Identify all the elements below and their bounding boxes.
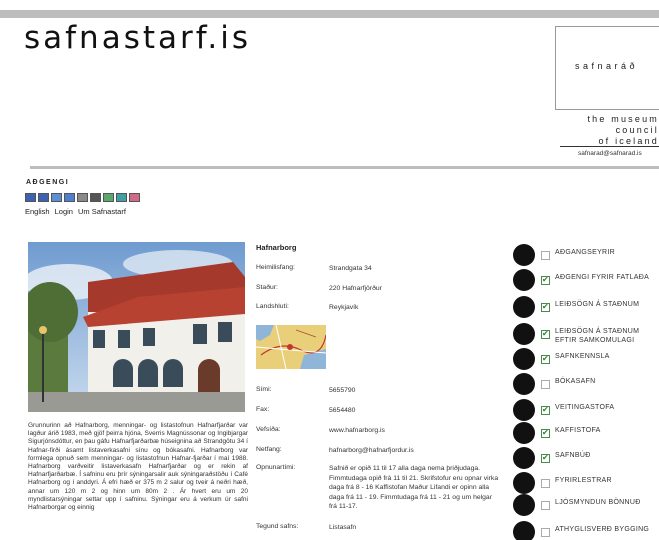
contrast-pink-button[interactable] bbox=[129, 193, 140, 202]
facility-label: KAFFISTOFA bbox=[555, 427, 601, 434]
info-label: Sími: bbox=[256, 386, 272, 393]
accessibility-buttons bbox=[25, 193, 140, 202]
text-size-a1-button[interactable] bbox=[25, 193, 36, 202]
facility-label: BÓKASAFN bbox=[555, 378, 596, 385]
facility-label: LEIÐSÖGN Á STAÐNUM EFTIR SAMKOMULAGI bbox=[555, 328, 640, 344]
site-logo[interactable]: safnastarf.is bbox=[24, 20, 251, 56]
building-icon bbox=[513, 521, 535, 540]
info-label: Heimilisfang: bbox=[256, 264, 295, 271]
info-value: Safnið er opið 11 til 17 alla daga nema … bbox=[329, 465, 499, 510]
about-link[interactable]: Um Safnastarf bbox=[78, 207, 126, 216]
facility-item: BÓKASAFN bbox=[510, 373, 659, 397]
library-icon bbox=[513, 373, 535, 395]
no-photo-icon bbox=[513, 494, 535, 516]
facility-label: AÐGENGI FYRIR FATLAÐA bbox=[555, 274, 650, 281]
council-line: council bbox=[615, 125, 659, 135]
contrast-gray-button[interactable] bbox=[77, 193, 88, 202]
info-label: Tegund safns: bbox=[256, 523, 299, 530]
facility-label: FYRIRLESTRAR bbox=[555, 477, 612, 484]
museum-photo bbox=[28, 242, 245, 412]
facility-label: AÐGANGSEYRIR bbox=[555, 249, 615, 256]
facility-checkbox[interactable] bbox=[541, 453, 550, 463]
facility-checkbox[interactable] bbox=[541, 405, 550, 415]
contrast-green-button[interactable] bbox=[103, 193, 114, 202]
info-label: Staður: bbox=[256, 284, 278, 291]
facility-checkbox[interactable] bbox=[541, 329, 550, 339]
info-value: 5654480 bbox=[329, 407, 356, 414]
council-email-link[interactable]: safnarad@safnarad.is bbox=[578, 150, 642, 157]
facility-checkbox[interactable] bbox=[541, 501, 550, 510]
facility-item: FYRIRLESTRAR bbox=[510, 472, 659, 496]
facility-checkbox[interactable] bbox=[541, 354, 550, 364]
facility-item: LEIÐSÖGN Á STAÐNUM bbox=[510, 296, 659, 320]
group-guide-icon bbox=[513, 323, 535, 345]
facility-label: SAFNKENNSLA bbox=[555, 353, 610, 360]
text-size-a2-button[interactable] bbox=[38, 193, 49, 202]
top-bar bbox=[0, 10, 659, 18]
info-value: Listasafn bbox=[329, 524, 357, 531]
facility-label: LEIÐSÖGN Á STAÐNUM bbox=[555, 301, 640, 308]
info-value: 220 Hafnarfjörður bbox=[329, 285, 382, 292]
lecture-icon bbox=[513, 472, 535, 494]
restaurant-icon bbox=[513, 399, 535, 421]
english-link[interactable]: English bbox=[25, 207, 50, 216]
email-link[interactable]: hafnarborg@hafnarfjordur.is bbox=[329, 446, 499, 456]
facility-label: LJÓSMYNDUN BÖNNUÐ bbox=[555, 499, 641, 506]
facility-item: ATHYGLISVERÐ BYGGING bbox=[510, 521, 659, 540]
facility-item: VEITINGASTOFA bbox=[510, 399, 659, 423]
info-label: Landshluti: bbox=[256, 303, 289, 310]
facility-checkbox[interactable] bbox=[541, 275, 550, 285]
info-label: Netfang: bbox=[256, 446, 282, 453]
money-icon bbox=[513, 244, 535, 266]
info-label: Vefsíða: bbox=[256, 426, 281, 433]
shop-icon bbox=[513, 447, 535, 469]
top-links: English Login Um Safnastarf bbox=[25, 207, 126, 216]
facility-item: SAFNKENNSLA bbox=[510, 348, 659, 372]
council-line: the museum bbox=[587, 114, 659, 124]
facility-label: ATHYGLISVERÐ BYGGING bbox=[555, 526, 650, 533]
museum-description: Grunnurinn að Hafnarborg, menningar- og … bbox=[28, 422, 248, 512]
facility-checkbox[interactable] bbox=[541, 428, 550, 438]
museum-name: Hafnarborg bbox=[256, 243, 297, 252]
facility-checkbox[interactable] bbox=[541, 528, 550, 537]
education-icon bbox=[513, 348, 535, 370]
login-link[interactable]: Login bbox=[55, 207, 73, 216]
wheelchair-icon bbox=[513, 269, 535, 291]
facility-item: AÐGENGI FYRIR FATLAÐA bbox=[510, 269, 659, 293]
contrast-teal-button[interactable] bbox=[116, 193, 127, 202]
facility-item: LEIÐSÖGN Á STAÐNUM EFTIR SAMKOMULAGI bbox=[510, 323, 659, 347]
facility-checkbox[interactable] bbox=[541, 302, 550, 312]
contrast-dark-button[interactable] bbox=[90, 193, 101, 202]
info-label: Opnunartími: bbox=[256, 464, 296, 471]
guide-icon bbox=[513, 296, 535, 318]
info-label: Fax: bbox=[256, 406, 270, 413]
accessibility-title: AÐGENGI bbox=[26, 179, 70, 186]
coffee-icon bbox=[513, 422, 535, 444]
contrast-blue-button[interactable] bbox=[64, 193, 75, 202]
council-line: of iceland bbox=[560, 136, 659, 147]
info-value: Reykjavík bbox=[329, 304, 359, 311]
info-value: Strandgata 34 bbox=[329, 265, 372, 272]
facility-label: SAFNBÚÐ bbox=[555, 452, 591, 459]
header-divider bbox=[30, 166, 659, 169]
facility-label: VEITINGASTOFA bbox=[555, 404, 615, 411]
council-brand: safnaráð bbox=[575, 61, 639, 71]
website-link[interactable]: www.hafnarborg.is bbox=[329, 426, 499, 436]
facility-checkbox[interactable] bbox=[541, 479, 550, 488]
facility-item: KAFFISTOFA bbox=[510, 422, 659, 446]
facility-item: SAFNBÚÐ bbox=[510, 447, 659, 471]
facility-item: LJÓSMYNDUN BÖNNUÐ bbox=[510, 494, 659, 518]
facility-checkbox[interactable] bbox=[541, 251, 550, 260]
council-logo-box[interactable]: safnaráð bbox=[555, 26, 659, 110]
council-name: the museum council of iceland bbox=[560, 114, 659, 147]
location-map[interactable] bbox=[256, 325, 326, 369]
facility-item: AÐGANGSEYRIR bbox=[510, 244, 659, 268]
text-size-a3-button[interactable] bbox=[51, 193, 62, 202]
facility-checkbox[interactable] bbox=[541, 380, 550, 389]
info-value: 5655790 bbox=[329, 387, 356, 394]
